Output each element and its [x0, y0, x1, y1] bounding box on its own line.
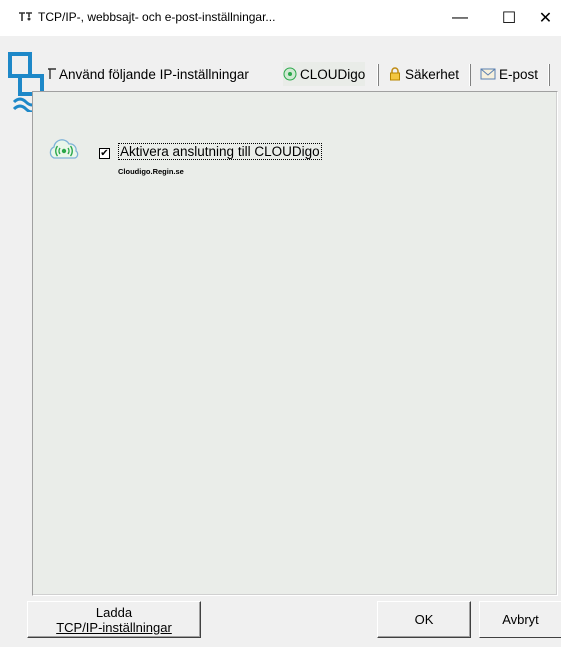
tab-strip: Använd följande IP-inställningar CLOUDig… [0, 58, 561, 90]
envelope-icon [480, 68, 496, 80]
button-label-line1: Ladda [95, 604, 133, 620]
check-icon: ✔ [100, 147, 109, 159]
tab-security[interactable]: Säkerhet [388, 62, 460, 86]
cloudigo-icon [283, 67, 297, 81]
tab-divider [377, 64, 379, 86]
enable-cloudigo-label[interactable]: Aktivera anslutning till CLOUDigo [118, 143, 322, 160]
cloudigo-host: Cloudigo.Regin.se [118, 167, 184, 176]
window-title: TCP/IP-, webbsajt- och e-post-inställnin… [38, 10, 276, 24]
tab-divider [469, 64, 471, 86]
close-icon: ✕ [538, 10, 553, 27]
cancel-label: Avbryt [502, 612, 539, 627]
tab-cloudigo[interactable]: CLOUDigo [283, 62, 366, 86]
tab-divider [548, 64, 550, 86]
tab-label: Använd följande IP-inställningar [59, 66, 249, 82]
maximize-icon: ☐ [501, 10, 517, 27]
ok-button[interactable]: OK [377, 601, 471, 638]
ok-label: OK [414, 612, 434, 627]
tab-label: Säkerhet [405, 66, 460, 82]
cloudigo-cloud-icon [49, 139, 79, 159]
maximize-button[interactable]: ☐ [486, 0, 532, 36]
tab-email[interactable]: E-post [480, 62, 539, 86]
title-bar: TCP/IP-, webbsajt- och e-post-inställnin… [0, 0, 561, 36]
button-label-line2: TCP/IP-inställningar [56, 619, 172, 635]
tab-ip-settings[interactable]: Använd följande IP-inställningar [47, 62, 249, 86]
network-icon [19, 12, 32, 21]
cancel-button[interactable]: Avbryt [479, 601, 561, 638]
minimize-icon: — [452, 9, 468, 26]
tab-label: E-post [499, 66, 539, 82]
lock-icon [390, 67, 400, 81]
close-button[interactable]: ✕ [530, 0, 561, 36]
tab-label: CLOUDigo [300, 66, 366, 82]
cloudigo-panel [32, 91, 558, 596]
load-tcpip-settings-button[interactable]: Ladda TCP/IP-inställningar [27, 601, 201, 638]
minimize-button[interactable]: — [437, 0, 483, 36]
network-icon [48, 68, 56, 79]
enable-cloudigo-checkbox[interactable]: ✔ [99, 148, 110, 159]
